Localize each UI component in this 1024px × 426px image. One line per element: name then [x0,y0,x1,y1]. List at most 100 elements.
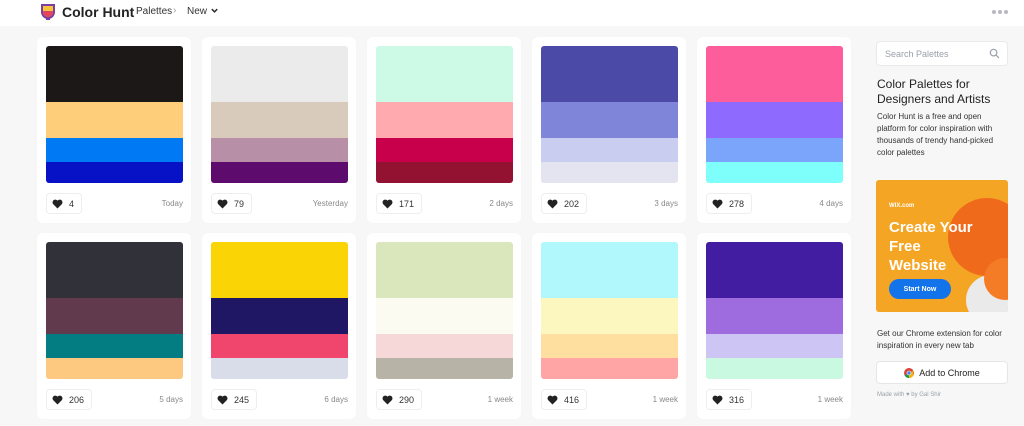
color-swatch[interactable] [211,242,348,298]
heart-icon [217,199,228,209]
heart-icon [382,395,393,405]
palette-card[interactable]: 4 Today [37,37,191,223]
heart-icon [547,395,558,405]
color-swatch[interactable] [706,138,843,162]
palette-swatches[interactable] [211,46,348,183]
color-swatch[interactable] [376,298,513,334]
wix-ad-banner[interactable]: WIX.com Create Your Free Website Start N… [876,180,1008,312]
like-button[interactable]: 79 [211,193,253,214]
color-swatch[interactable] [46,162,183,183]
palette-card[interactable]: 202 3 days [532,37,686,223]
color-swatch[interactable] [706,46,843,102]
palette-swatches[interactable] [541,242,678,379]
palette-age: 6 days [324,395,348,404]
color-swatch[interactable] [46,102,183,138]
palette-swatches[interactable] [46,46,183,183]
color-swatch[interactable] [46,138,183,162]
palette-card[interactable]: 171 2 days [367,37,521,223]
color-swatch[interactable] [541,46,678,102]
like-button[interactable]: 416 [541,389,588,410]
like-button[interactable]: 206 [46,389,93,410]
search-input[interactable] [885,42,990,65]
color-swatch[interactable] [376,242,513,298]
made-with-credit[interactable]: Made with ♥ by Gal Shir [877,392,941,398]
color-swatch[interactable] [376,358,513,379]
color-swatch[interactable] [376,138,513,162]
color-swatch[interactable] [376,334,513,358]
color-swatch[interactable] [706,334,843,358]
color-swatch[interactable] [541,298,678,334]
color-swatch[interactable] [706,102,843,138]
color-swatch[interactable] [541,102,678,138]
color-swatch[interactable] [706,242,843,298]
palette-card[interactable]: 79 Yesterday [202,37,356,223]
like-count: 416 [564,394,580,405]
heart-icon [547,199,558,209]
color-swatch[interactable] [541,334,678,358]
color-swatch[interactable] [541,242,678,298]
palette-age: 2 days [489,199,513,208]
color-swatch[interactable] [46,298,183,334]
search-box[interactable] [876,41,1008,66]
color-swatch[interactable] [46,358,183,379]
color-swatch[interactable] [211,162,348,183]
color-swatch[interactable] [46,46,183,102]
palette-card[interactable]: 245 6 days [202,233,356,419]
brand-name[interactable]: Color Hunt [62,4,134,20]
add-to-chrome-button[interactable]: Add to Chrome [876,361,1008,384]
palette-card[interactable]: 290 1 week [367,233,521,419]
ad-start-now-button[interactable]: Start Now [889,279,951,299]
color-swatch[interactable] [541,358,678,379]
like-button[interactable]: 171 [376,193,423,214]
color-swatch[interactable] [541,162,678,183]
heart-icon [712,199,723,209]
breadcrumb-new-label: New [187,6,208,17]
heart-icon [217,395,228,405]
like-count: 79 [234,198,245,209]
color-swatch[interactable] [211,334,348,358]
palette-age: 1 week [817,395,843,404]
color-swatch[interactable] [211,358,348,379]
palette-card[interactable]: 278 4 days [697,37,851,223]
palette-swatches[interactable] [706,242,843,379]
like-button[interactable]: 316 [706,389,753,410]
like-count: 290 [399,394,415,405]
palette-swatches[interactable] [46,242,183,379]
color-swatch[interactable] [211,102,348,138]
color-swatch[interactable] [211,298,348,334]
color-swatch[interactable] [706,298,843,334]
breadcrumb-new-dropdown[interactable]: New [187,6,219,17]
color-swatch[interactable] [46,334,183,358]
palette-age: 3 days [654,199,678,208]
color-swatch[interactable] [46,242,183,298]
color-swatch[interactable] [376,46,513,102]
like-button[interactable]: 4 [46,193,83,214]
palette-swatches[interactable] [211,242,348,379]
like-button[interactable]: 290 [376,389,423,410]
more-menu-icon[interactable] [992,10,1008,14]
color-hunt-logo-icon[interactable] [40,3,56,21]
color-swatch[interactable] [376,162,513,183]
palette-swatches[interactable] [541,46,678,183]
color-swatch[interactable] [706,358,843,379]
like-count: 245 [234,394,250,405]
color-swatch[interactable] [376,102,513,138]
color-swatch[interactable] [211,46,348,102]
palette-card[interactable]: 416 1 week [532,233,686,419]
search-icon[interactable] [989,48,1000,59]
like-button[interactable]: 278 [706,193,753,214]
breadcrumb-separator: › [173,5,177,16]
palette-swatches[interactable] [706,46,843,183]
palette-swatches[interactable] [376,242,513,379]
chevron-down-icon [211,8,218,13]
breadcrumb-palettes[interactable]: Palettes [136,6,172,17]
palette-card[interactable]: 206 5 days [37,233,191,419]
color-swatch[interactable] [706,162,843,183]
like-count: 316 [729,394,745,405]
palette-card[interactable]: 316 1 week [697,233,851,419]
like-button[interactable]: 245 [211,389,258,410]
color-swatch[interactable] [211,138,348,162]
palette-swatches[interactable] [376,46,513,183]
like-button[interactable]: 202 [541,193,588,214]
color-swatch[interactable] [541,138,678,162]
